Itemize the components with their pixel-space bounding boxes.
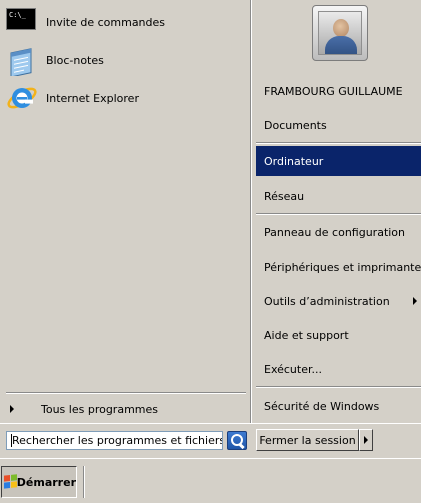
- all-programs-label: Tous les programmes: [41, 402, 158, 416]
- places-item-label: Périphériques et imprimantes: [264, 260, 421, 274]
- program-command-prompt[interactable]: C:\_ Invite de commandes: [6, 5, 244, 39]
- separator: [6, 392, 246, 394]
- start-menu-footer: Rechercher les programmes et fichiers Fe…: [0, 423, 421, 459]
- places-item-run[interactable]: Exécuter...: [256, 354, 421, 384]
- places-item-help-support[interactable]: Aide et support: [256, 320, 421, 350]
- submenu-arrow-icon: [413, 297, 417, 305]
- search-input[interactable]: Rechercher les programmes et fichiers: [6, 431, 223, 450]
- log-off-label: Fermer la session: [259, 433, 356, 447]
- search-input-text: Rechercher les programmes et fichiers: [12, 434, 223, 447]
- program-label: Internet Explorer: [46, 91, 139, 105]
- separator: [256, 213, 421, 215]
- places-item-label: Documents: [264, 118, 327, 132]
- program-internet-explorer[interactable]: Internet Explorer: [6, 81, 244, 115]
- internet-explorer-icon: [6, 82, 38, 114]
- places-item-network[interactable]: Réseau: [256, 181, 421, 211]
- windows-logo-icon: [4, 474, 17, 489]
- user-name-label: FRAMBOURG GUILLAUME: [264, 84, 403, 98]
- places-pane: FRAMBOURG GUILLAUME Documents Ordinateur…: [252, 0, 421, 423]
- user-name-item[interactable]: FRAMBOURG GUILLAUME: [256, 76, 421, 106]
- places-item-label: Aide et support: [264, 328, 349, 342]
- notepad-icon: [6, 44, 38, 78]
- places-item-label: Réseau: [264, 189, 305, 203]
- start-button[interactable]: Démarrer: [1, 466, 77, 498]
- taskbar: Démarrer: [0, 458, 421, 503]
- start-label: Démarrer: [16, 475, 76, 489]
- programs-pane: C:\_ Invite de commandes Bloc-notes Inte…: [0, 0, 250, 423]
- places-item-label: Outils d’administration: [264, 294, 390, 308]
- program-label: Bloc-notes: [46, 53, 104, 67]
- places-item-control-panel[interactable]: Panneau de configuration: [256, 217, 421, 247]
- places-item-label: Ordinateur: [264, 154, 324, 168]
- program-notepad[interactable]: Bloc-notes: [6, 43, 244, 78]
- places-item-windows-security[interactable]: Sécurité de Windows: [256, 391, 421, 421]
- taskbar-grip[interactable]: [83, 466, 85, 498]
- places-item-computer[interactable]: Ordinateur: [256, 146, 421, 176]
- program-label: Invite de commandes: [46, 15, 166, 29]
- places-item-label: Sécurité de Windows: [264, 399, 380, 413]
- arrow-right-icon: [10, 405, 14, 413]
- user-picture: [318, 11, 362, 55]
- command-prompt-icon: C:\_: [6, 6, 38, 38]
- start-menu: C:\_ Invite de commandes Bloc-notes Inte…: [0, 0, 421, 459]
- search-button[interactable]: [227, 431, 247, 450]
- log-off-button[interactable]: Fermer la session: [256, 429, 359, 451]
- user-avatar[interactable]: [312, 5, 368, 61]
- separator: [256, 142, 421, 144]
- all-programs-item[interactable]: Tous les programmes: [6, 399, 246, 419]
- places-item-label: Panneau de configuration: [264, 225, 406, 239]
- places-item-admin-tools[interactable]: Outils d’administration: [256, 286, 421, 316]
- separator: [256, 386, 421, 388]
- shutdown-options-button[interactable]: [359, 429, 373, 451]
- places-item-devices-printers[interactable]: Périphériques et imprimantes: [256, 252, 421, 282]
- places-item-label: Exécuter...: [264, 362, 322, 376]
- places-item-documents[interactable]: Documents: [256, 110, 421, 140]
- arrow-right-icon: [364, 436, 368, 444]
